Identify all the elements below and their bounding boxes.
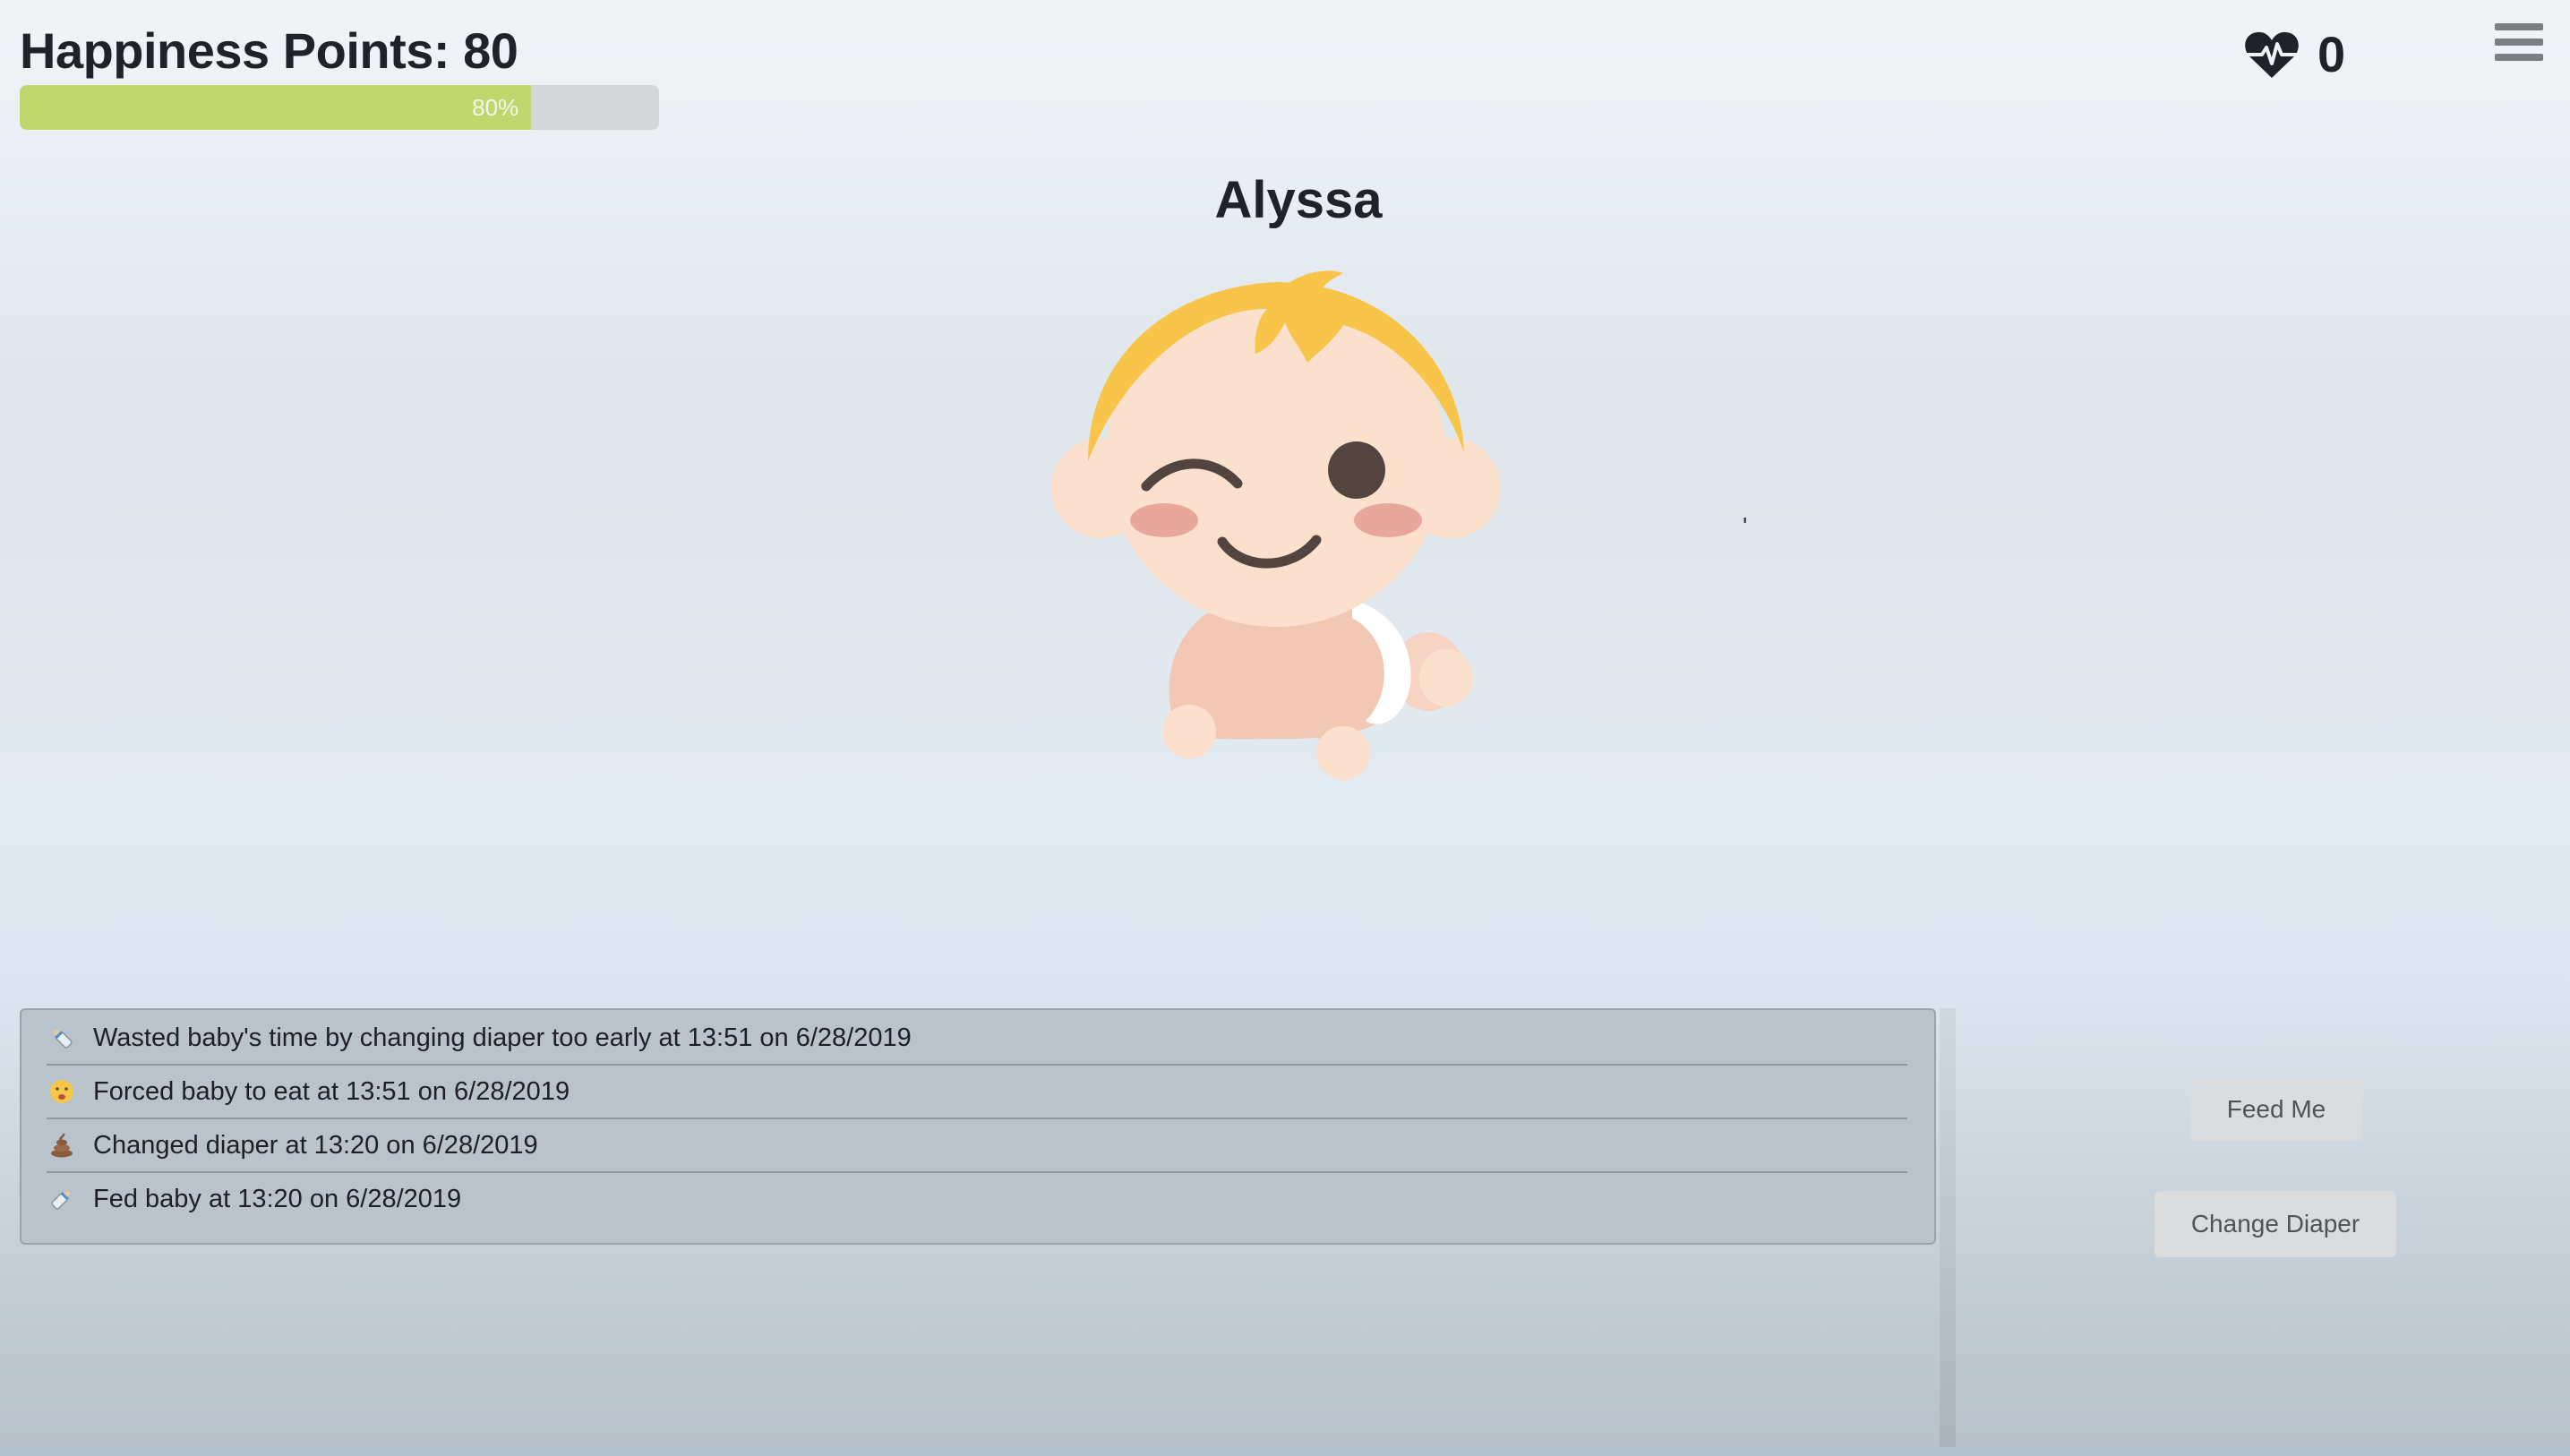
hearts-count: 0 <box>2317 26 2346 82</box>
baby-bottle-icon <box>47 1184 77 1214</box>
activity-log: Wasted baby's time by changing diaper to… <box>20 1008 1936 1245</box>
log-entry-text: Forced baby to eat at 13:51 on 6/28/2019 <box>93 1076 570 1106</box>
hamburger-menu-icon[interactable] <box>2495 23 2543 68</box>
log-entry: Wasted baby's time by changing diaper to… <box>47 1012 1907 1066</box>
log-entry-text: Wasted baby's time by changing diaper to… <box>93 1023 912 1052</box>
heartbeat-icon <box>2244 30 2300 80</box>
log-entry: Changed diaper at 13:20 on 6/28/2019 <box>47 1119 1907 1173</box>
log-scrollbar[interactable] <box>1940 1008 1956 1447</box>
log-entry-text: Fed baby at 13:20 on 6/28/2019 <box>93 1184 462 1213</box>
happiness-progress-label: 80% <box>472 93 519 121</box>
poop-icon <box>47 1130 77 1161</box>
baby-bottle-icon <box>47 1023 77 1053</box>
feed-me-button[interactable]: Feed Me <box>2190 1078 2362 1141</box>
happiness-progress-bar: 80% <box>20 85 659 130</box>
stray-mark: ' <box>1743 512 1748 540</box>
sad-face-icon <box>47 1076 77 1107</box>
baby-character[interactable] <box>1048 255 1513 792</box>
baby-name: Alyssa <box>1214 171 1383 229</box>
log-entry: Fed baby at 13:20 on 6/28/2019 <box>47 1173 1907 1225</box>
happiness-progress-fill: 80% <box>20 85 532 130</box>
hearts-counter: 0 <box>2244 25 2345 83</box>
change-diaper-button[interactable]: Change Diaper <box>2155 1191 2396 1257</box>
log-entry: Forced baby to eat at 13:51 on 6/28/2019 <box>47 1066 1907 1119</box>
happiness-points-title: Happiness Points: 80 <box>20 22 518 79</box>
log-entry-text: Changed diaper at 13:20 on 6/28/2019 <box>93 1130 538 1160</box>
